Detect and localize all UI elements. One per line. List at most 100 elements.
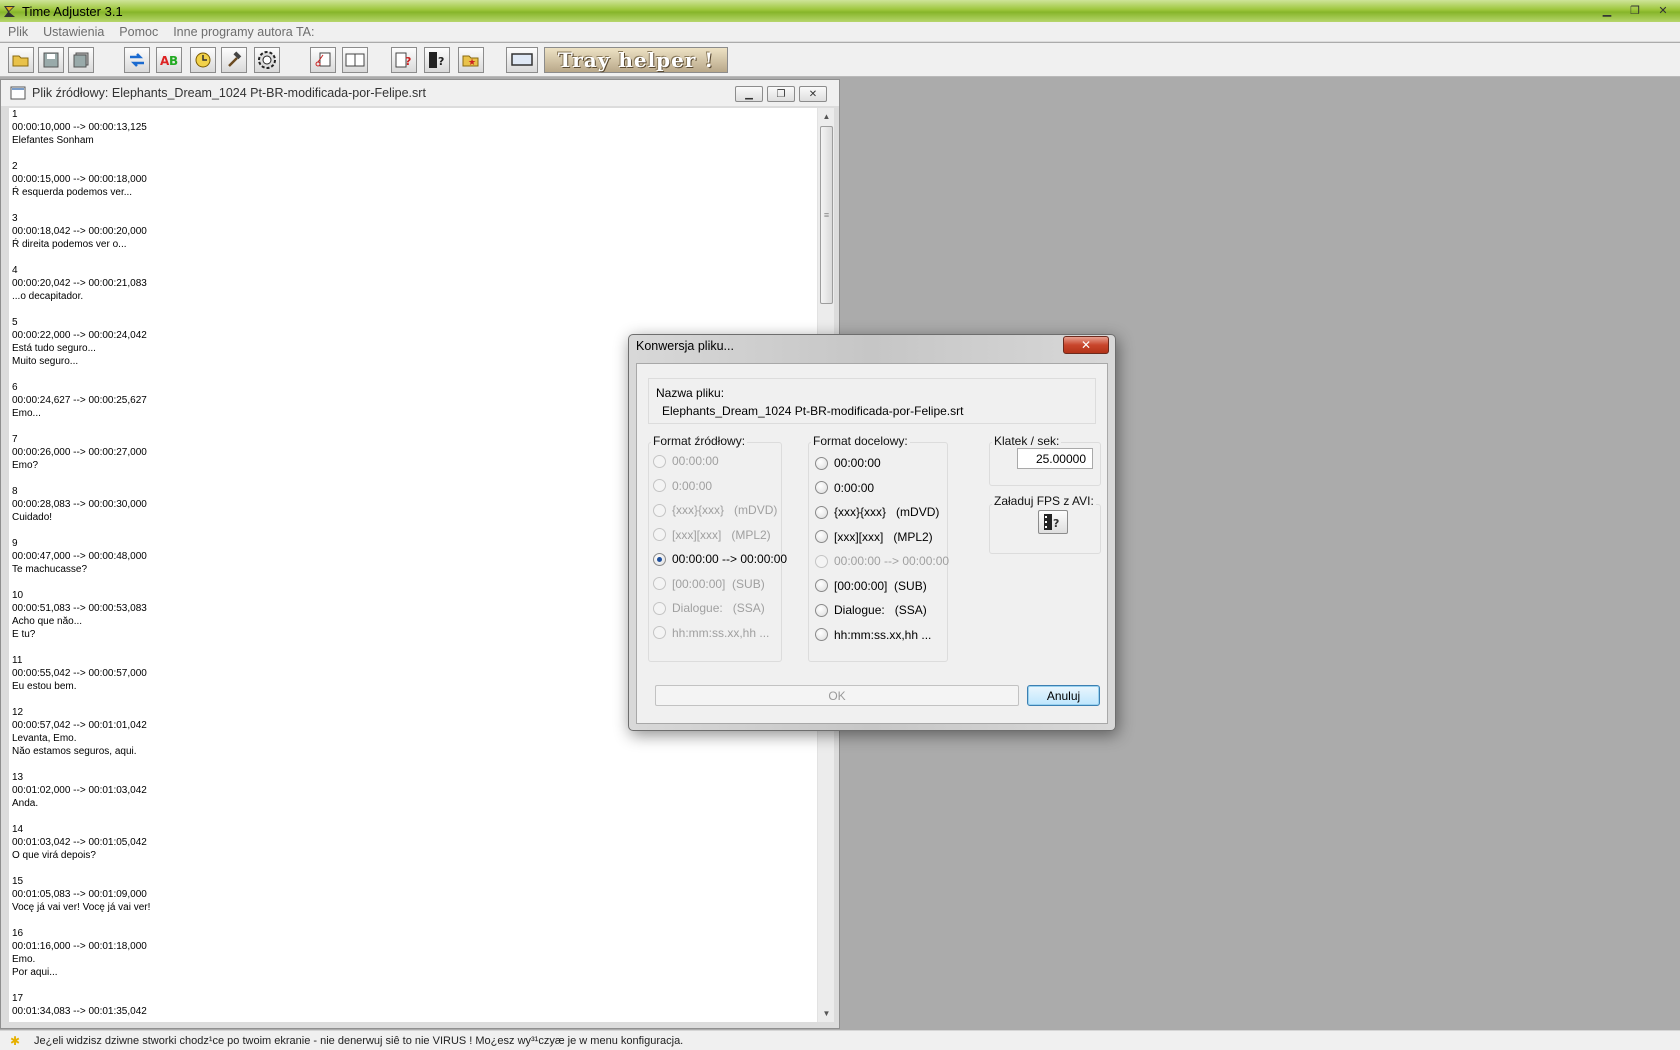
target-format-option-label: {xxx}{xxx} (mDVD) (834, 505, 940, 519)
radio-icon[interactable] (815, 481, 828, 494)
list-help-icon[interactable]: ? (391, 47, 417, 73)
subtitle-time: 00:01:34,083 --> 00:01:35,042 (12, 1006, 147, 1017)
radio-icon[interactable] (815, 579, 828, 592)
filename-value: Elephants_Dream_1024 Pt-BR-modificada-po… (662, 404, 964, 418)
ab-icon[interactable]: AB (156, 47, 182, 73)
cancel-button[interactable]: Anuluj (1027, 685, 1100, 706)
subtitle-line: ...o decapitador. (12, 291, 84, 302)
source-format-option: Dialogue: (SSA) (653, 601, 765, 615)
gear-clock-icon[interactable] (254, 47, 280, 73)
target-format-option-label: [00:00:00] (SUB) (834, 578, 927, 593)
load-fps-label: Załaduj FPS z AVI: (992, 494, 1096, 508)
radio-icon[interactable] (815, 456, 828, 470)
menu-ustawienia[interactable]: Ustawienia (35, 25, 111, 39)
doc-pair-icon[interactable] (342, 47, 368, 73)
source-format-option-label: {xxx}{xxx} (mDVD) (672, 503, 778, 517)
load-fps-avi-button[interactable]: ? (1038, 510, 1068, 534)
subtitle-line: O que virá depois? (12, 850, 96, 861)
subtitle-time: 00:01:16,000 --> 00:01:18,000 (12, 941, 147, 952)
app-icon (2, 3, 18, 19)
child-minimize-icon[interactable]: ▁ (735, 86, 763, 102)
open-folder-icon[interactable] (8, 47, 34, 73)
restore-icon[interactable]: ❐ (1622, 1, 1648, 19)
radio-icon (653, 626, 666, 639)
radio-icon[interactable] (815, 603, 828, 617)
menu-plik[interactable]: Plik (0, 25, 35, 39)
target-format-option[interactable]: [xxx][xxx] (MPL2) (815, 530, 933, 544)
document-icon (10, 86, 26, 100)
target-format-option[interactable]: Dialogue: (SSA) (815, 603, 927, 617)
subtitle-time: 00:00:18,042 --> 00:00:20,000 (12, 226, 147, 237)
dialog-close-icon[interactable]: ✕ (1063, 336, 1109, 354)
subtitle-time: 00:01:05,083 --> 00:01:09,000 (12, 889, 147, 900)
radio-icon[interactable] (653, 552, 666, 566)
scroll-thumb[interactable]: ≡ (820, 126, 833, 304)
save-all-icon[interactable] (68, 47, 94, 73)
cut-doc-icon[interactable] (310, 47, 336, 73)
svg-text:★: ★ (468, 58, 476, 68)
child-close-icon[interactable]: ✕ (799, 86, 827, 102)
subtitle-line: Năo estamos seguros, aqui. (12, 746, 137, 757)
status-bar: ✱ Je¿eli widzisz dziwne stworki chodz¹ce… (0, 1030, 1680, 1050)
subtitle-number: 2 (12, 161, 18, 172)
source-format-option-label: hh:mm:ss.xx,hh ... (672, 625, 770, 640)
conversion-dialog: Konwersja pliku... ✕ Nazwa pliku: Elepha… (628, 334, 1116, 731)
tray-helper-button[interactable]: Tray helper ! (544, 47, 728, 73)
subtitle-number: 13 (12, 772, 24, 783)
folder-star-icon[interactable]: ★ (458, 47, 484, 73)
ok-button[interactable]: OK (655, 685, 1019, 706)
subtitle-time: 00:00:10,000 --> 00:00:13,125 (12, 122, 147, 133)
target-format-option-label: 00:00:00 (834, 456, 881, 470)
source-format-option-label: [00:00:00] (SUB) (672, 576, 765, 591)
clock-icon[interactable] (190, 47, 216, 73)
target-format-option[interactable]: hh:mm:ss.xx,hh ... (815, 628, 931, 642)
save-icon[interactable] (38, 47, 64, 73)
subtitle-line: Por aqui... (12, 967, 58, 978)
target-format-option-label: 00:00:00 --> 00:00:00 (834, 554, 950, 568)
source-format-option-label: [xxx][xxx] (MPL2) (672, 527, 771, 542)
subtitle-entry: 16 00:01:16,000 --> 00:01:18,000 Emo. Por a… (12, 927, 817, 979)
menu-bar: Plik Ustawienia Pomoc Inne programy auto… (0, 22, 1680, 42)
subtitle-number: 1 (12, 109, 18, 120)
lightbulb-icon: ✱ (10, 1033, 21, 1048)
fps-input[interactable]: 25.00000 (1017, 448, 1093, 469)
subtitle-entry: 13 00:01:02,000 --> 00:01:03,042 Anda. (12, 771, 817, 810)
target-format-option-label: [xxx][xxx] (MPL2) (834, 529, 933, 544)
radio-icon[interactable] (815, 505, 828, 519)
source-format-option: [xxx][xxx] (MPL2) (653, 528, 771, 542)
svg-text:?: ? (1053, 517, 1059, 530)
subtitle-time: 00:00:20,042 --> 00:00:21,083 (12, 278, 147, 289)
hammer-icon[interactable] (221, 47, 247, 73)
target-format-option[interactable]: 0:00:00 (815, 481, 874, 495)
source-format-option-label: Dialogue: (SSA) (672, 601, 765, 615)
dialog-body: Nazwa pliku: Elephants_Dream_1024 Pt-BR-… (636, 363, 1108, 724)
radio-icon (653, 479, 666, 492)
subtitle-number: 5 (12, 317, 18, 328)
monitor-icon[interactable] (506, 47, 538, 73)
target-format-option-label: Dialogue: (SSA) (834, 603, 927, 617)
menu-pomoc[interactable]: Pomoc (111, 25, 165, 39)
target-format-option[interactable]: {xxx}{xxx} (mDVD) (815, 505, 939, 519)
subtitle-time: 00:01:02,000 --> 00:01:03,042 (12, 785, 147, 796)
source-format-option[interactable]: 00:00:00 --> 00:00:00 (653, 552, 787, 566)
app-title: Time Adjuster 3.1 (22, 3, 123, 19)
subtitle-time: 00:01:03,042 --> 00:01:05,042 (12, 837, 147, 848)
menu-inne-programy[interactable]: Inne programy autora TA: (165, 25, 321, 39)
scroll-down-icon[interactable]: ▼ (818, 1005, 835, 1022)
film-help-icon[interactable]: ? (424, 47, 450, 73)
minimize-icon[interactable]: ▁ (1594, 1, 1620, 19)
target-format-option[interactable]: 00:00:00 (815, 456, 881, 470)
subtitle-line: Vocę já vai ver! Vocę já vai ver! (12, 902, 151, 913)
radio-icon (815, 554, 828, 568)
convert-arrows-icon[interactable] (124, 47, 150, 73)
child-restore-icon[interactable]: ❐ (767, 86, 795, 102)
scroll-up-icon[interactable]: ▲ (818, 108, 835, 125)
radio-icon[interactable] (815, 530, 828, 543)
radio-icon[interactable] (815, 628, 828, 641)
radio-icon (653, 601, 666, 615)
subtitle-time: 00:00:15,000 --> 00:00:18,000 (12, 174, 147, 185)
target-format-option[interactable]: [00:00:00] (SUB) (815, 579, 927, 593)
subtitle-entry: 14 00:01:03,042 --> 00:01:05,042 O que vir… (12, 823, 817, 862)
toolbar: AB ? ? ★ Tray helper ! (0, 43, 1680, 77)
close-icon[interactable]: ✕ (1650, 1, 1676, 19)
